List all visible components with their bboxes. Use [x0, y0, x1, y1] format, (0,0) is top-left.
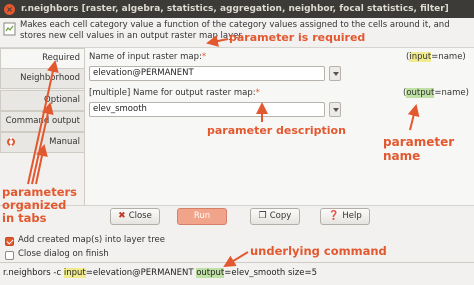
output-key: output [406, 88, 435, 98]
parameter-tabs: Required Neighborhood Optional Command o… [0, 48, 85, 198]
close-icon: ✖ [118, 211, 126, 221]
command-input-value: =elevation@PERMANENT [85, 268, 197, 278]
title-bar: × r.neighbors [raster, algebra, statisti… [0, 0, 474, 18]
annotation-name-line1: parameter [383, 135, 455, 149]
input-raster-combo[interactable]: elevation@PERMANENT [89, 66, 325, 81]
output-dropdown-button[interactable] [329, 102, 341, 117]
copy-button-label: Copy [269, 211, 292, 221]
annotation-required: parameter is required [229, 31, 366, 44]
tab-manual-label: Manual [49, 137, 80, 147]
input-label: Name of input raster map:* [89, 52, 206, 62]
input-dropdown-button[interactable] [329, 66, 341, 81]
copy-icon: ❐ [258, 211, 267, 221]
help-button-label: Help [342, 211, 362, 221]
copy-button[interactable]: ❐ Copy [250, 208, 300, 225]
tab-manual[interactable]: Manual [0, 132, 84, 153]
output-key-hint: (output=name) [403, 88, 469, 98]
output-key-suffix: =name) [434, 88, 469, 98]
help-button[interactable]: ❓ Help [320, 208, 370, 225]
tab-optional[interactable]: Optional [0, 90, 84, 111]
output-label: [multiple] Name for output raster map:* [89, 88, 260, 98]
close-on-finish-label: Close dialog on finish [18, 249, 109, 259]
annotation-command: underlying command [250, 244, 387, 258]
annotation-name: parameter name [383, 135, 454, 163]
command-input-key: input [63, 268, 86, 278]
module-icon [3, 22, 16, 36]
tab-required[interactable]: Required [0, 48, 84, 69]
add-to-layer-tree-label: Add created map(s) into layer tree [18, 235, 165, 245]
command-prefix: r.neighbors -c [3, 268, 64, 278]
annotation-description: parameter description [207, 124, 346, 137]
input-key-suffix: =name) [431, 52, 466, 62]
tab-neighborhood[interactable]: Neighborhood [0, 68, 84, 89]
annotation-name-line2: name [383, 149, 421, 163]
input-key: input [409, 52, 432, 62]
input-label-text: Name of input raster map: [89, 52, 202, 62]
output-label-text: [multiple] Name for output raster map: [89, 88, 256, 98]
annotation-tabs-line3: in tabs [2, 211, 47, 225]
input-key-hint: (input=name) [406, 52, 466, 62]
command-output-key: output [196, 268, 225, 278]
command-line-bar[interactable]: r.neighbors -c input=elevation@PERMANENT… [0, 262, 474, 285]
add-to-layer-tree-checkbox[interactable] [5, 237, 14, 246]
command-output-value: =elev_smooth size=5 [224, 268, 318, 278]
tab-command-output[interactable]: Command output [0, 111, 84, 132]
annotation-tabs: parameters organized in tabs [2, 186, 77, 225]
close-on-finish-checkbox[interactable] [5, 251, 14, 260]
lifebuoy-icon [7, 137, 15, 147]
output-raster-combo[interactable]: elev_smooth [89, 102, 325, 117]
window-close-button[interactable]: × [4, 3, 15, 15]
output-required-star: * [255, 88, 260, 98]
run-button[interactable]: Run [177, 208, 227, 225]
input-required-star: * [201, 52, 207, 62]
close-button[interactable]: ✖ Close [110, 208, 160, 225]
help-icon: ❓ [328, 211, 340, 221]
close-button-label: Close [128, 211, 152, 221]
window-title: r.neighbors [raster, algebra, statistics… [21, 4, 449, 14]
